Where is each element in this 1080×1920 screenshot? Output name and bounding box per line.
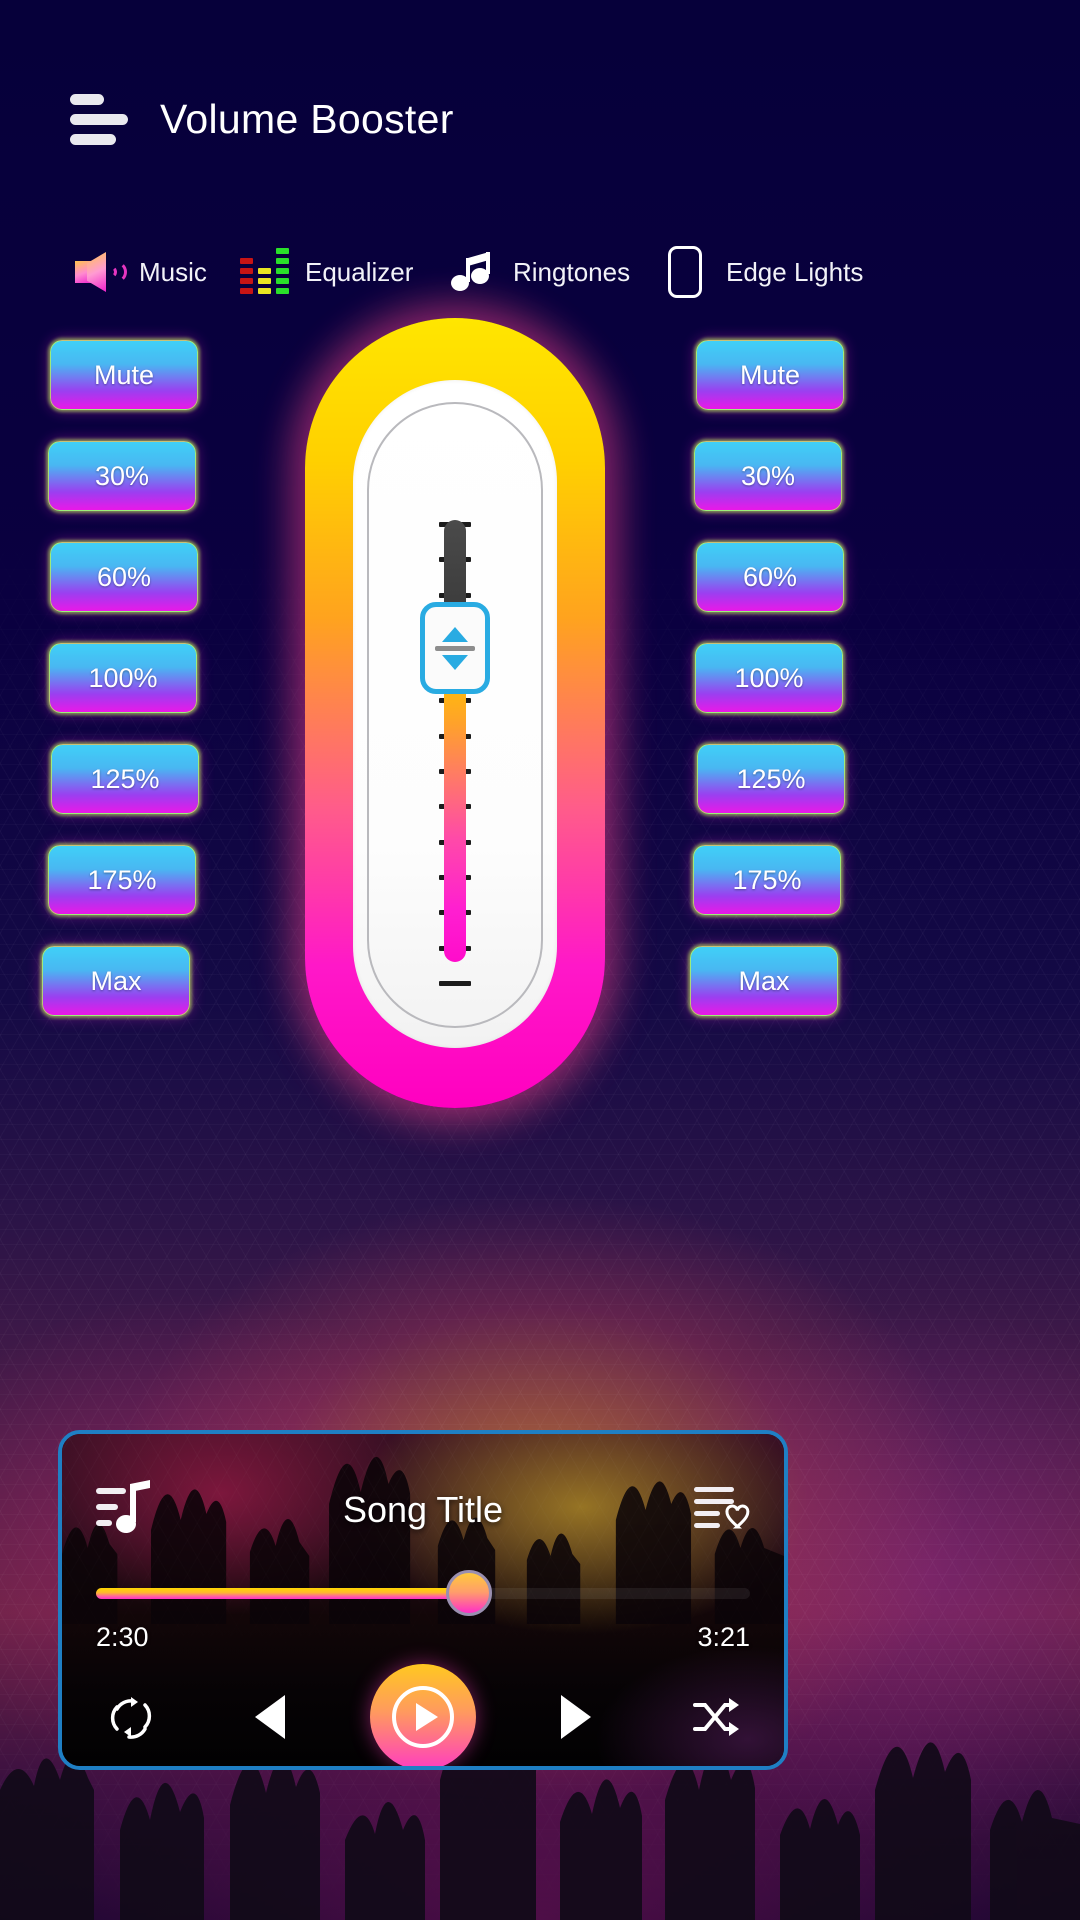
preset-button-right-6[interactable]: Max (690, 946, 838, 1016)
preset-button-left-1[interactable]: 30% (48, 441, 196, 511)
progress-thumb[interactable] (445, 1570, 492, 1616)
app-header: Volume Booster (70, 88, 454, 150)
total-time: 3:21 (697, 1622, 750, 1652)
slider-thumb[interactable] (420, 602, 490, 694)
tab-edge-lights-label: Edge Lights (726, 256, 864, 287)
preset-label: 60% (96, 561, 152, 592)
tab-edge-lights[interactable]: Edge Lights (659, 246, 864, 298)
volume-presets-right: Mute 30% 60% 100% 125% 175% Max (690, 340, 845, 1047)
shuffle-icon (693, 1698, 739, 1736)
phone-outline-icon (659, 246, 711, 298)
volume-slider[interactable] (305, 318, 605, 1108)
preset-label: Max (738, 965, 790, 996)
preset-label: Max (90, 965, 142, 996)
player-controls (92, 1664, 754, 1766)
tab-equalizer-label: Equalizer (305, 256, 414, 287)
current-time: 2:30 (96, 1622, 149, 1652)
preset-button-left-0[interactable]: Mute (50, 340, 198, 410)
tab-ringtones[interactable]: Ringtones (446, 248, 630, 296)
preset-label: 125% (736, 763, 806, 794)
song-title: Song Title (342, 1489, 504, 1530)
tab-ringtones-label: Ringtones (513, 256, 631, 287)
menu-bar-1 (70, 93, 104, 105)
preset-button-left-2[interactable]: 60% (50, 542, 198, 612)
hamburger-menu-icon[interactable] (70, 88, 130, 150)
preset-label: 60% (742, 561, 798, 592)
triangle-down-icon[interactable] (442, 654, 468, 670)
progress-fill (96, 1588, 469, 1599)
app-screen: Volume Booster Music Equalizer Ringtones… (0, 0, 1080, 1920)
playlist-note-icon[interactable] (96, 1479, 154, 1541)
slider-inner-body (353, 380, 557, 1048)
preset-label: Mute (739, 359, 801, 390)
speaker-volume-icon (72, 248, 127, 296)
preset-button-right-5[interactable]: 175% (693, 845, 841, 915)
preset-label: 100% (88, 662, 158, 693)
triangle-up-icon[interactable] (442, 626, 468, 642)
preset-label: 30% (94, 460, 150, 491)
preset-button-right-0[interactable]: Mute (696, 340, 844, 410)
next-triangle-icon (561, 1695, 591, 1739)
preset-label: 125% (90, 763, 160, 794)
repeat-icon (110, 1697, 152, 1739)
preset-button-left-3[interactable]: 100% (49, 643, 197, 713)
preset-button-left-6[interactable]: Max (42, 946, 190, 1016)
tab-music-label: Music (139, 256, 207, 287)
music-player-card: Song Title 2:30 3:21 (58, 1430, 788, 1770)
slider-track[interactable] (444, 520, 466, 962)
menu-bar-3 (70, 133, 116, 145)
volume-presets-left: Mute 30% 60% 100% 125% 175% Max (42, 340, 199, 1047)
equalizer-bars-icon (238, 248, 290, 296)
preset-button-left-5[interactable]: 175% (48, 845, 196, 915)
preset-button-right-1[interactable]: 30% (694, 441, 842, 511)
preset-label: 30% (740, 460, 796, 491)
preset-button-right-2[interactable]: 60% (696, 542, 844, 612)
music-notes-icon (446, 248, 498, 296)
previous-triangle-icon (255, 1695, 285, 1739)
shuffle-button[interactable] (676, 1678, 754, 1756)
progress-bar[interactable] (96, 1570, 750, 1616)
play-circle-icon (392, 1686, 454, 1748)
preset-label: 175% (732, 864, 802, 895)
preset-button-left-4[interactable]: 125% (51, 744, 199, 814)
next-button[interactable] (537, 1678, 615, 1756)
preset-button-right-4[interactable]: 125% (697, 744, 845, 814)
preset-label: 100% (734, 662, 804, 693)
page-title: Volume Booster (160, 95, 454, 142)
tab-music[interactable]: Music (72, 248, 207, 296)
preset-button-right-3[interactable]: 100% (695, 643, 843, 713)
thumb-divider (435, 645, 475, 651)
nav-tabs: Music Equalizer Ringtones Edge Lights (62, 243, 1022, 301)
menu-bar-2 (70, 113, 128, 125)
previous-button[interactable] (231, 1678, 309, 1756)
player-header: Song Title (62, 1479, 784, 1541)
repeat-button[interactable] (92, 1678, 170, 1756)
tab-equalizer[interactable]: Equalizer (238, 248, 413, 296)
preset-label: 175% (87, 864, 157, 895)
preset-label: Mute (93, 359, 155, 390)
time-row: 2:30 3:21 (96, 1622, 750, 1653)
play-button[interactable] (370, 1664, 476, 1766)
playlist-heart-icon[interactable] (694, 1483, 750, 1538)
